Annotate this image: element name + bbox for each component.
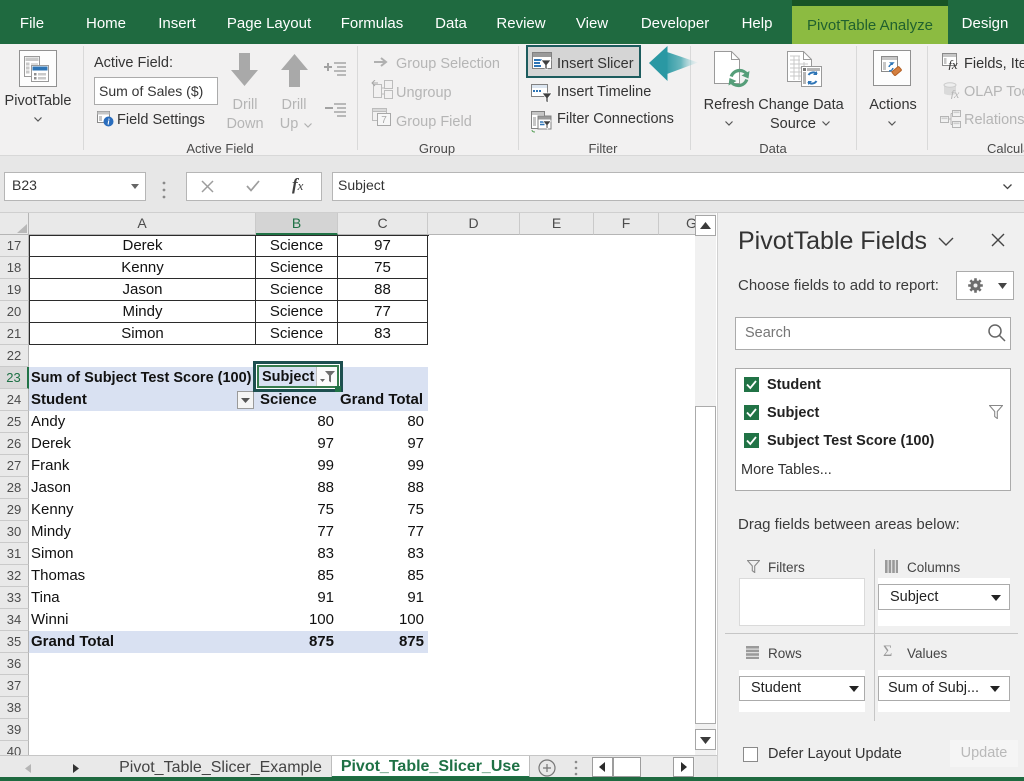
svg-text:7: 7 — [381, 115, 387, 126]
svg-text:fx: fx — [948, 57, 958, 70]
svg-text:fx: fx — [951, 87, 960, 99]
